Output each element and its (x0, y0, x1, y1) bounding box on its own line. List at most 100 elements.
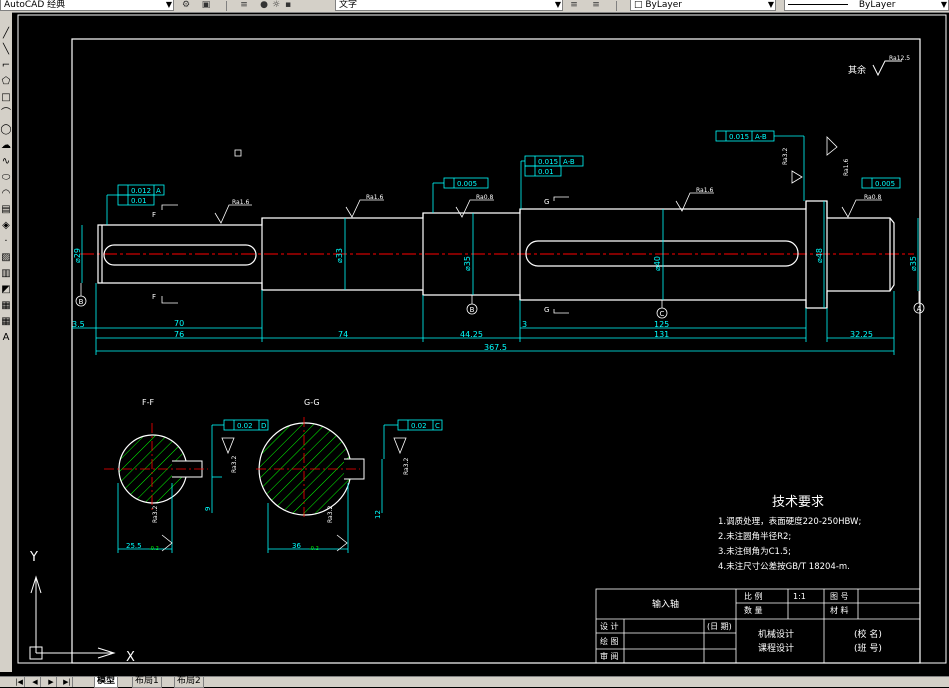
layer-manager-icon[interactable]: ≡ (238, 0, 250, 11)
datum-c: C (660, 310, 665, 318)
title-designer-label: 设 计 (600, 621, 619, 631)
lightbulb-icon[interactable]: ● (258, 0, 270, 11)
point-marker (234, 149, 242, 157)
roughness-note-value: Ra12.5 (889, 55, 910, 62)
title-course-1: 机械设计 (758, 628, 794, 640)
section-gg-title: G-G (304, 398, 320, 407)
tol-0-01-b: 0.01 (538, 168, 554, 176)
title-part-name: 输入轴 (652, 598, 679, 610)
tol-datum-ab: A-B (563, 158, 575, 166)
section-ff-datum: D (261, 422, 266, 430)
spline-icon[interactable]: ∿ (0, 156, 12, 168)
datum-letters: B B C A (79, 298, 922, 318)
workspace-value: AutoCAD 经典 (4, 0, 66, 10)
table-icon[interactable]: ▦ (0, 316, 12, 328)
workspace-select[interactable]: AutoCAD 经典 ▼ (0, 0, 174, 11)
workspace-settings-icon[interactable]: ⚙ (180, 0, 192, 11)
separator (226, 1, 227, 11)
section-ff-depth-tol: -0.2 (149, 546, 159, 552)
multiline-text-icon[interactable]: A (0, 332, 12, 344)
region-icon[interactable]: ◩ (0, 284, 12, 296)
layer-icon[interactable]: ▣ (200, 0, 212, 11)
section-ff-ra: Ra3.2 (231, 456, 238, 473)
drawing-canvas[interactable]: 其余 Ra12.5 3.5 70 76 74 44.25 3 125 131 3… (12, 13, 949, 673)
chevron-down-icon[interactable]: ▼ (941, 0, 947, 10)
chevron-down-icon[interactable]: ▼ (555, 0, 561, 10)
layer-previous-icon[interactable]: ≡ (568, 0, 580, 11)
dim-125: 125 (654, 320, 669, 329)
section-ff-depth: 25.5 (126, 542, 142, 550)
point-icon[interactable]: · (0, 236, 12, 248)
layout-tab-bar: |◀ ◀ ▶ ▶| 模型 布局1 布局2 (0, 676, 949, 688)
sun-icon[interactable]: ☼ (270, 0, 282, 11)
tech-item-2: 2.未注圆角半径R2; (718, 531, 791, 542)
make-block-icon[interactable]: ◈ (0, 220, 12, 232)
polyline-icon[interactable]: ⌐ (0, 60, 12, 72)
wipeout-icon[interactable]: ▦ (0, 300, 12, 312)
text-style-select[interactable]: 文字 ▼ (335, 0, 563, 11)
insert-block-icon[interactable]: ▤ (0, 204, 12, 216)
circle-icon[interactable]: ◯ (0, 124, 12, 136)
dim-74: 74 (338, 330, 348, 339)
dim-44-25: 44.25 (460, 330, 483, 339)
revision-cloud-icon[interactable]: ☁ (0, 140, 12, 152)
linetype-select[interactable]: ByLayer ▼ (784, 0, 949, 11)
tol-0-012: 0.012 (131, 187, 151, 195)
polygon-icon[interactable]: ⬠ (0, 76, 12, 88)
roughness-symbol (872, 60, 902, 77)
text-style-value: 文字 (339, 0, 358, 10)
drawing-svg: 其余 Ra12.5 3.5 70 76 74 44.25 3 125 131 3… (17, 14, 947, 665)
gradient-icon[interactable]: ▥ (0, 268, 12, 280)
tech-item-1: 1.调质处理，表面硬度220-250HBW; (718, 516, 861, 527)
section-f-bottom: F (152, 293, 156, 301)
datum-a: A (917, 305, 922, 313)
title-drafter-label: 绘 图 (600, 636, 619, 646)
section-ff-ra-2: Ra3.2 (152, 506, 159, 523)
datum-b-2: B (470, 306, 475, 314)
roughness-note-label: 其余 (848, 64, 866, 76)
ra-1-6-b: Ra1.6 (366, 194, 383, 201)
ellipse-icon[interactable]: ⬭ (0, 172, 12, 184)
chevron-down-icon[interactable]: ▼ (166, 0, 172, 10)
ra-1-6-d: Ra1.6 (843, 159, 850, 176)
section-ff-title: F-F (142, 398, 154, 407)
section-f-top: F (152, 211, 156, 219)
arc-icon[interactable]: ⌒ (0, 108, 12, 120)
dim-32-25: 32.25 (850, 330, 873, 339)
hatch-icon[interactable]: ▨ (0, 252, 12, 264)
ra-3-2-a: Ra3.2 (782, 148, 789, 165)
tol-0-015: 0.015 (538, 158, 558, 166)
dia-40: ⌀40 (653, 256, 662, 271)
dia-35-a: ⌀35 (463, 256, 472, 271)
construction-line-icon[interactable]: ╲ (0, 44, 12, 56)
chevron-down-icon[interactable]: ▼ (768, 0, 774, 10)
tech-requirements-title: 技术要求 (772, 495, 824, 510)
title-course-2: 课程设计 (758, 642, 794, 654)
tech-requirements-list: 1.调质处理，表面硬度220-250HBW; 2.未注圆角半径R2; 3.未注倒… (718, 516, 861, 572)
tab-layout2[interactable]: 布局2 (174, 677, 204, 688)
title-reviewer-label: 审 阅 (600, 651, 619, 661)
ucs-x-label: X (126, 650, 135, 665)
tech-item-4: 4.未注尺寸公差按GB/T 18204-m. (718, 561, 850, 572)
tech-item-3: 3.未注倒角为C1.5; (718, 546, 791, 557)
dim-76: 76 (174, 330, 184, 339)
ra-1-6-a: Ra1.6 (232, 199, 249, 206)
section-gg-tol: 0.02 (411, 422, 427, 430)
layer-states-icon[interactable]: ≡ (590, 0, 602, 11)
dim-3: 3 (522, 320, 527, 329)
tab-layout1[interactable]: 布局1 (132, 677, 162, 688)
tab-model[interactable]: 模型 (94, 677, 119, 688)
lock-icon[interactable]: ▪ (282, 0, 294, 11)
title-date-label: (日 期) (707, 622, 732, 631)
ellipse-arc-icon[interactable]: ◠ (0, 188, 12, 200)
rectangle-icon[interactable]: □ (0, 92, 12, 104)
linetype-value: ByLayer (858, 0, 896, 10)
dia-33: ⌀33 (335, 248, 344, 263)
ra-1-6-c: Ra1.6 (696, 187, 713, 194)
tol-0-005: 0.005 (457, 180, 477, 188)
line-icon[interactable]: ╱ (0, 28, 12, 40)
section-gg-width: 12 (374, 510, 382, 519)
ra-0-8-a: Ra0.8 (476, 194, 493, 201)
tol-datum-ab-b: A-B (755, 133, 767, 141)
color-select[interactable]: □ ByLayer ▼ (630, 0, 776, 11)
